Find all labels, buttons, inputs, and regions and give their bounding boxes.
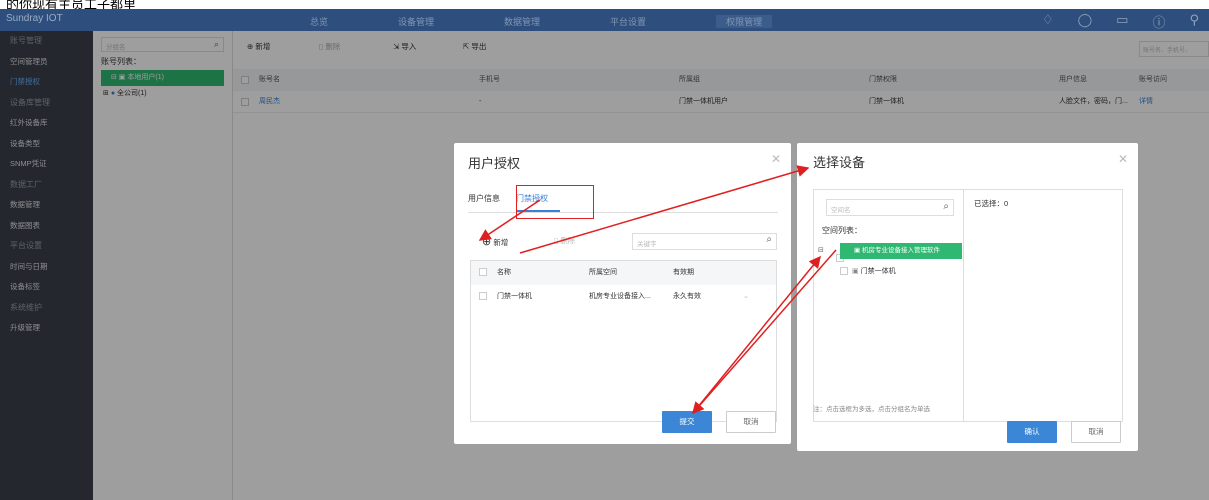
plus-icon: ⊕ (482, 236, 492, 248)
caption-text: 的你现有主员工子都里 (6, 0, 137, 9)
add-label: 新增 (493, 238, 509, 247)
search-icon[interactable]: ⌕ (943, 201, 949, 212)
hint-text: 注：点击选框为多选，点击分组名为单选 (813, 406, 930, 413)
document-icon[interactable]: ▭ (1116, 12, 1128, 31)
cancel-button[interactable]: 取消 (726, 411, 776, 433)
nav-item-data[interactable]: 数据管理 (504, 15, 540, 28)
collapse-icon[interactable]: ⊟ (818, 246, 824, 254)
top-icons: ♢ ◯ ▭ ⓘ ⚲ (1042, 12, 1199, 31)
submit-button[interactable]: 提交 (662, 411, 712, 433)
space-search-input[interactable]: 空间名 ⌕ (826, 199, 954, 216)
highlight-box (516, 185, 594, 219)
search-icon[interactable]: ⌕ (766, 234, 772, 245)
help-icon[interactable]: ⓘ (1152, 12, 1165, 31)
table-row[interactable]: 门禁一体机 机房专业设备接入... 永久有效 ⌄ (471, 285, 776, 309)
tree-node-root[interactable]: ▣ 机房专业设备接入管理软件 (840, 243, 962, 259)
dialog-title: 选择设备 (813, 155, 866, 170)
dialog-title: 用户授权 (468, 156, 521, 171)
nav-item-overview[interactable]: 总览 (310, 15, 328, 28)
row-checkbox[interactable] (479, 292, 487, 300)
tab-divider (468, 212, 778, 213)
tree-node-device[interactable]: ▣ 门禁一体机 (840, 266, 896, 276)
space-cell: 机房专业设备接入... (589, 293, 651, 300)
nav-item-devices[interactable]: 设备管理 (398, 15, 434, 28)
col-validity: 有效期 (673, 269, 694, 276)
cancel-button[interactable]: 取消 (1071, 421, 1121, 443)
name-cell: 门禁一体机 (497, 293, 532, 300)
tab-user-info[interactable]: 用户信息 (468, 193, 500, 204)
col-space: 所属空间 (589, 269, 617, 276)
space-tree-panel: 空间名 ⌕ 空间列表： ⊟ ▣ 机房专业设备接入管理软件 ▣ 门禁一体机 (814, 190, 964, 421)
trash-icon: ▯ (554, 236, 559, 245)
auth-table-header: 名称 所属空间 有效期 (471, 261, 776, 285)
select-all-checkbox[interactable] (479, 268, 487, 276)
confirm-button[interactable]: 确认 (1007, 421, 1057, 443)
device-selector: 空间名 ⌕ 空间列表： ⊟ ▣ 机房专业设备接入管理软件 ▣ 门禁一体机 已选择：… (813, 189, 1123, 422)
selected-count: 已选择：0 (974, 199, 1009, 208)
nav-item-platform[interactable]: 平台设置 (610, 15, 646, 28)
group-icon: ▣ (854, 247, 861, 254)
select-device-dialog: 选择设备 ✕ 空间名 ⌕ 空间列表： ⊟ ▣ 机房专业设备接入管理软件 ▣ 门禁一… (797, 143, 1138, 451)
space-list-title: 空间列表： (822, 226, 862, 235)
search-placeholder: 空间名 (831, 207, 851, 214)
bell-icon[interactable]: ♢ (1042, 12, 1054, 31)
device-checkbox[interactable] (840, 267, 848, 276)
chevron-down-icon[interactable]: ⌄ (743, 285, 749, 309)
brand-logo[interactable]: Sundray IOT (6, 13, 63, 24)
auth-table: 名称 所属空间 有效期 门禁一体机 机房专业设备接入... 永久有效 ⌄ (470, 260, 777, 422)
col-name: 名称 (497, 269, 511, 276)
nav-item-permission[interactable]: 权限管理 (716, 15, 773, 28)
user-icon[interactable]: ⚲ (1189, 12, 1199, 31)
tree-node-label: 门禁一体机 (860, 268, 896, 275)
tree-node-label: 机房专业设备接入管理软件 (861, 247, 940, 254)
dialog-delete-button[interactable]: ▯ 删除 (554, 235, 575, 246)
delete-label: 删除 (560, 236, 576, 245)
search-placeholder: 关键字 (637, 241, 657, 248)
close-icon[interactable]: ✕ (771, 152, 781, 166)
dialog-add-button[interactable]: ⊕ 新增 (482, 235, 508, 248)
user-auth-dialog: 用户授权 ✕ 用户信息 门禁授权 ⊕ 新增 ▯ 删除 关键字 ⌕ 名称 所属空间 … (454, 143, 791, 444)
close-icon[interactable]: ✕ (1118, 152, 1128, 166)
chat-icon[interactable]: ◯ (1078, 12, 1093, 31)
top-nav: 总览 设备管理 数据管理 平台设置 权限管理 (310, 15, 773, 28)
device-icon: ▣ (852, 268, 859, 275)
dialog-search-input[interactable]: 关键字 ⌕ (632, 233, 777, 250)
top-navbar: Sundray IOT 总览 设备管理 数据管理 平台设置 权限管理 ♢ ◯ ▭… (0, 9, 1209, 31)
validity-cell: 永久有效 (673, 293, 701, 300)
